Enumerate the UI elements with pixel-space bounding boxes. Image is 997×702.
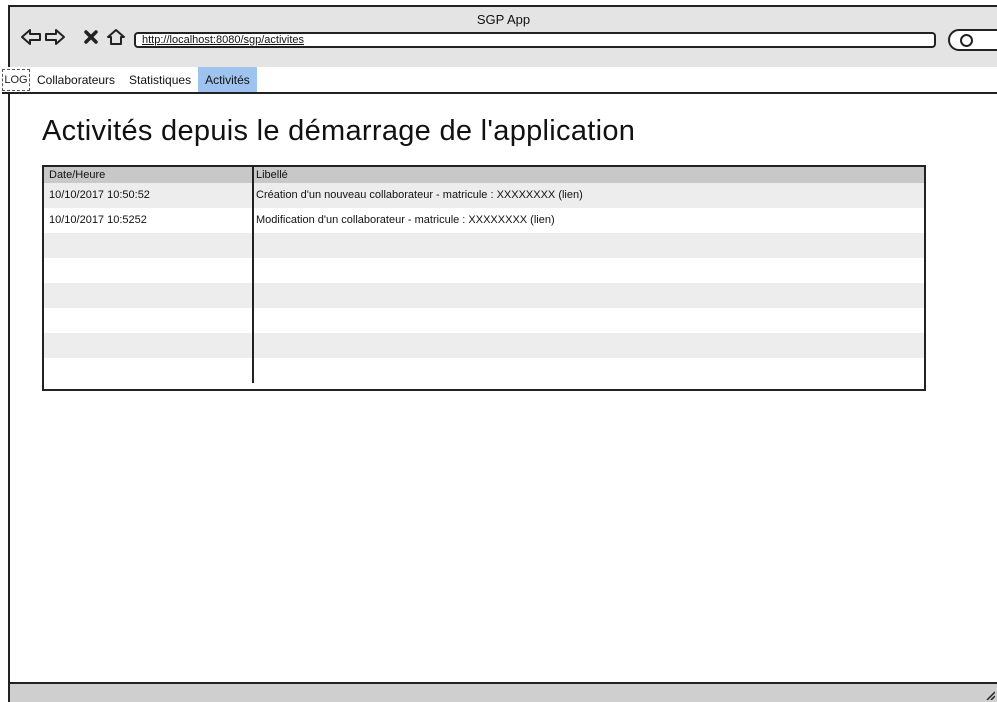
- cell-date: [44, 258, 252, 283]
- close-icon[interactable]: [80, 26, 102, 48]
- cell-label: [252, 333, 924, 358]
- table-row[interactable]: [44, 283, 924, 308]
- cell-label: [252, 308, 924, 333]
- cell-label: [252, 258, 924, 283]
- cell-label: Modification d'un collaborateur - matric…: [252, 208, 924, 233]
- search-icon: [960, 34, 973, 47]
- cell-date: [44, 233, 252, 258]
- column-header-date[interactable]: Date/Heure: [44, 167, 252, 183]
- column-header-label[interactable]: Libellé: [252, 167, 924, 183]
- table-row[interactable]: [44, 308, 924, 333]
- table-row[interactable]: [44, 333, 924, 358]
- nav-item-statistiques[interactable]: Statistiques: [122, 67, 198, 92]
- resize-grip-icon[interactable]: [985, 690, 995, 700]
- home-icon[interactable]: [105, 26, 127, 48]
- table-row[interactable]: [44, 358, 924, 383]
- cell-label: [252, 358, 924, 383]
- nav-item-collaborateurs[interactable]: Collaborateurs: [30, 67, 122, 92]
- page-title: Activités depuis le démarrage de l'appli…: [42, 115, 636, 147]
- table-row[interactable]: 10/10/2017 10:5252 Modification d'un col…: [44, 208, 924, 233]
- nav-menu: LOG Collaborateurs Statistiques Activité…: [2, 67, 997, 94]
- table-row[interactable]: [44, 258, 924, 283]
- activities-table: Date/Heure Libellé 10/10/2017 10:50:52 C…: [42, 165, 926, 391]
- window-title: SGP App: [476, 12, 531, 27]
- table-row[interactable]: [44, 233, 924, 258]
- cell-label: [252, 283, 924, 308]
- cell-date: [44, 358, 252, 383]
- browser-window: SGP App http://localhost:8080/sgp/activi…: [2, 5, 997, 702]
- logo: LOG: [2, 69, 30, 91]
- url-input[interactable]: http://localhost:8080/sgp/activites: [134, 32, 936, 48]
- cell-date: [44, 308, 252, 333]
- cell-date: [44, 333, 252, 358]
- status-bar: [10, 682, 997, 702]
- table-row[interactable]: 10/10/2017 10:50:52 Création d'un nouvea…: [44, 183, 924, 208]
- browser-toolbar: SGP App http://localhost:8080/sgp/activi…: [10, 7, 997, 69]
- cell-label: Création d'un nouveau collaborateur - ma…: [252, 183, 924, 208]
- search-field[interactable]: [948, 29, 997, 51]
- nav-item-activites[interactable]: Activités: [198, 67, 257, 92]
- back-arrow-icon[interactable]: [20, 26, 42, 48]
- cell-date: 10/10/2017 10:5252: [49, 214, 147, 226]
- cell-date: [44, 283, 252, 308]
- cell-label: [252, 233, 924, 258]
- table-header: Date/Heure Libellé: [44, 167, 924, 183]
- forward-arrow-icon[interactable]: [44, 26, 66, 48]
- cell-date: 10/10/2017 10:50:52: [49, 189, 150, 201]
